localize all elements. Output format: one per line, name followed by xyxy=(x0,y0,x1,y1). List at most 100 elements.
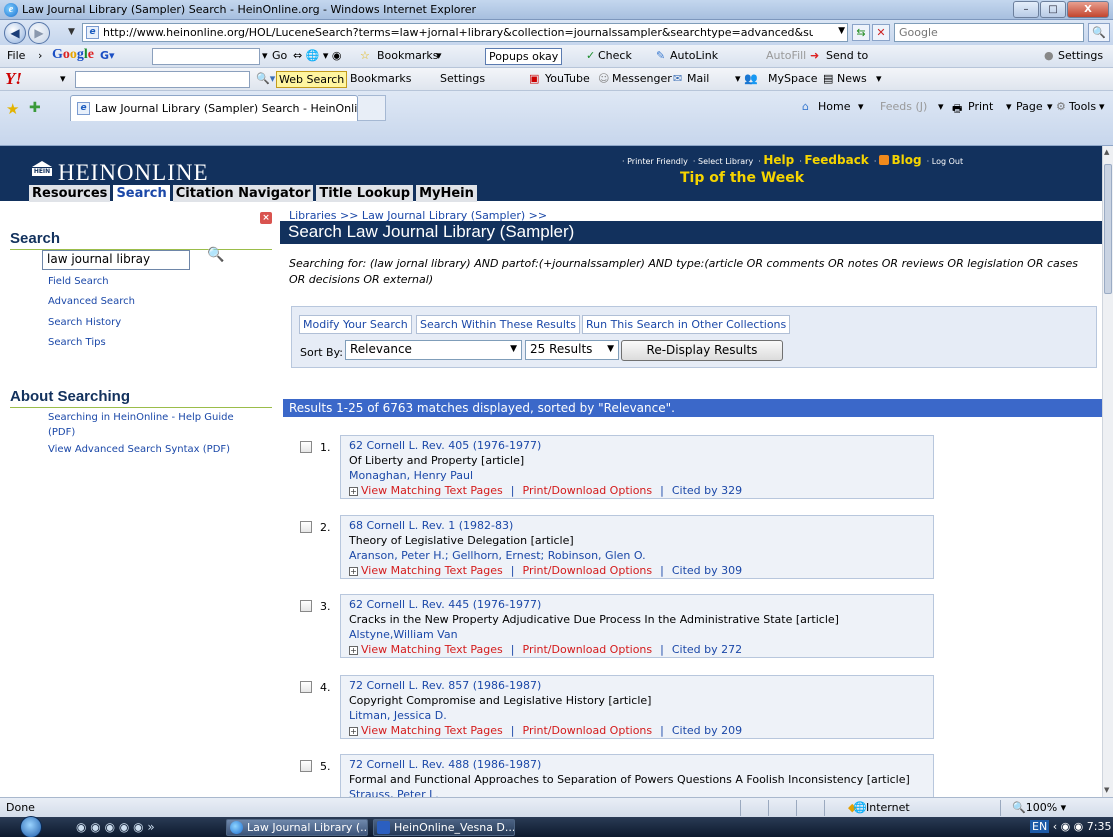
modify-search-button[interactable]: Modify Your Search xyxy=(299,315,412,334)
tools-dropdown-icon[interactable]: ▾ xyxy=(1099,100,1105,113)
autolink-button[interactable]: AutoLink xyxy=(670,49,718,62)
youtube-button[interactable]: YouTube xyxy=(545,72,590,85)
home-dropdown-icon[interactable]: ▾ xyxy=(858,100,864,113)
cited-by-link[interactable]: Cited by 329 xyxy=(672,484,742,497)
maximize-button[interactable]: □ xyxy=(1040,1,1066,18)
google-dropdown-icon[interactable]: ▾ xyxy=(262,49,268,62)
print-dropdown-icon[interactable]: ▾ xyxy=(1006,100,1012,113)
autofill-button[interactable]: AutoFill xyxy=(766,49,806,62)
file-menu[interactable]: File xyxy=(7,49,25,62)
advanced-search-link[interactable]: Advanced Search xyxy=(48,296,135,307)
yahoo-search-icon[interactable]: 🔍▾ xyxy=(256,72,275,85)
printer-friendly-link[interactable]: Printer Friendly xyxy=(627,157,688,166)
myspace-button[interactable]: MySpace xyxy=(768,72,818,85)
view-matching-pages-link[interactable]: View Matching Text Pages xyxy=(361,484,503,497)
sort-by-select[interactable]: Relevance ▼ xyxy=(345,340,522,360)
result-citation-link[interactable]: 72 Cornell L. Rev. 857 (1986-1987) xyxy=(349,678,925,693)
news-button[interactable]: News xyxy=(837,72,867,85)
sidebar-search-input[interactable]: law journal libray xyxy=(42,250,190,270)
result-citation-link[interactable]: 62 Cornell L. Rev. 445 (1976-1977) xyxy=(349,597,925,612)
cited-by-link[interactable]: Cited by 209 xyxy=(672,724,742,737)
add-favorite-icon[interactable]: ✚ xyxy=(29,100,41,116)
print-download-link[interactable]: Print/Download Options xyxy=(523,564,653,577)
taskbar-item-ie[interactable]: Law Journal Library (... xyxy=(226,819,368,836)
tab-title-lookup[interactable]: Title Lookup xyxy=(316,185,414,202)
expand-plus-icon[interactable]: + xyxy=(349,646,358,655)
forward-button[interactable]: ▶ xyxy=(28,22,50,44)
url-dropdown-icon[interactable]: ▼ xyxy=(838,26,845,36)
feeds-button[interactable]: Feeds (J) xyxy=(880,100,927,113)
stop-button[interactable]: ✕ xyxy=(872,24,890,41)
cited-by-link[interactable]: Cited by 272 xyxy=(672,643,742,656)
help-link[interactable]: Help xyxy=(763,153,794,167)
result-author-link[interactable]: Strauss, Peter L. xyxy=(349,787,925,797)
advanced-syntax-link[interactable]: View Advanced Search Syntax (PDF) xyxy=(48,444,230,455)
star-icon[interactable]: ☆ xyxy=(360,49,370,62)
tray-icons[interactable]: ‹ ◉ ◉ xyxy=(1053,820,1087,833)
clock[interactable]: 7:35 xyxy=(1087,820,1112,833)
scroll-up-icon[interactable]: ▲ xyxy=(1104,148,1109,156)
result-author-link[interactable]: Monaghan, Henry Paul xyxy=(349,468,925,483)
url-field[interactable]: e http://www.heinonline.org/HOL/LuceneSe… xyxy=(82,23,848,42)
help-guide-link[interactable]: Searching in HeinOnline - Help Guide (PD… xyxy=(48,410,258,440)
google-bookmarks-button[interactable]: Bookmarks xyxy=(377,49,438,62)
google-logo[interactable]: Google xyxy=(52,47,94,63)
mail-button[interactable]: Mail xyxy=(687,72,709,85)
check-button[interactable]: Check xyxy=(598,49,632,62)
heinonline-brand[interactable]: HEINONLINE xyxy=(58,160,209,186)
url-text[interactable]: http://www.heinonline.org/HOL/LuceneSear… xyxy=(103,26,813,39)
result-checkbox[interactable] xyxy=(300,521,312,533)
web-search-button[interactable]: Web Search xyxy=(276,71,348,88)
scroll-down-icon[interactable]: ▼ xyxy=(1104,786,1109,794)
print-download-link[interactable]: Print/Download Options xyxy=(523,724,653,737)
tab-citation-navigator[interactable]: Citation Navigator xyxy=(172,185,314,202)
yahoo-dropdown-icon[interactable]: ▾ xyxy=(60,72,66,85)
result-citation-link[interactable]: 62 Cornell L. Rev. 405 (1976-1977) xyxy=(349,438,925,453)
yahoo-settings-button[interactable]: Settings xyxy=(440,72,485,85)
close-sidebar-icon[interactable]: × xyxy=(260,212,272,224)
yahoo-logo[interactable]: Y! xyxy=(5,69,22,89)
browser-search-input[interactable] xyxy=(895,24,1083,41)
settings-button[interactable]: Settings xyxy=(1058,49,1103,62)
print-download-link[interactable]: Print/Download Options xyxy=(523,643,653,656)
search-history-link[interactable]: Search History xyxy=(48,317,121,328)
new-tab-button[interactable] xyxy=(358,95,386,121)
field-search-link[interactable]: Field Search xyxy=(48,276,109,287)
tab-search[interactable]: Search xyxy=(113,185,170,202)
home-button[interactable]: Home xyxy=(818,100,850,113)
blog-link[interactable]: Blog xyxy=(892,153,922,167)
google-go-button[interactable]: Go xyxy=(272,49,287,62)
tab-heinonline[interactable]: e Law Journal Library (Sampler) Search -… xyxy=(70,95,375,121)
result-author-link[interactable]: Aranson, Peter H.; Gellhorn, Ernest; Rob… xyxy=(349,548,925,563)
minimize-button[interactable]: – xyxy=(1013,1,1039,18)
refresh-button[interactable]: ⇆ xyxy=(852,24,870,41)
cited-by-link[interactable]: Cited by 309 xyxy=(672,564,742,577)
print-download-link[interactable]: Print/Download Options xyxy=(523,484,653,497)
feedback-link[interactable]: Feedback xyxy=(804,153,868,167)
result-checkbox[interactable] xyxy=(300,600,312,612)
google-search-input[interactable] xyxy=(152,48,260,65)
language-indicator[interactable]: EN xyxy=(1030,820,1050,833)
result-checkbox[interactable] xyxy=(300,760,312,772)
start-button[interactable] xyxy=(20,816,42,837)
sendto-button[interactable]: Send to xyxy=(826,49,868,62)
result-author-link[interactable]: Alstyne,William Van xyxy=(349,627,925,642)
yahoo-bookmarks-button[interactable]: Bookmarks xyxy=(350,72,411,85)
yahoo-search-input[interactable] xyxy=(75,71,250,88)
browser-search-button[interactable]: 🔍 xyxy=(1088,23,1110,42)
dropdown-icon[interactable]: ▾ xyxy=(436,49,442,62)
taskbar-item-doc[interactable]: HeinOnline_Vesna D... xyxy=(373,819,515,836)
search-tips-link[interactable]: Search Tips xyxy=(48,337,106,348)
favorites-star-icon[interactable]: ★ xyxy=(6,100,19,118)
tools-button[interactable]: Tools xyxy=(1069,100,1096,113)
tip-of-the-week-link[interactable]: Tip of the Week xyxy=(680,170,804,186)
google-g-icon[interactable]: G▾ xyxy=(100,49,115,62)
expand-plus-icon[interactable]: + xyxy=(349,487,358,496)
back-button[interactable]: ◀ xyxy=(4,22,26,44)
page-button[interactable]: Page xyxy=(1016,100,1043,113)
print-button[interactable]: Print xyxy=(968,100,993,113)
result-checkbox[interactable] xyxy=(300,681,312,693)
popups-button[interactable]: Popups okay xyxy=(485,48,563,65)
close-window-button[interactable]: X xyxy=(1067,1,1109,18)
view-matching-pages-link[interactable]: View Matching Text Pages xyxy=(361,564,503,577)
